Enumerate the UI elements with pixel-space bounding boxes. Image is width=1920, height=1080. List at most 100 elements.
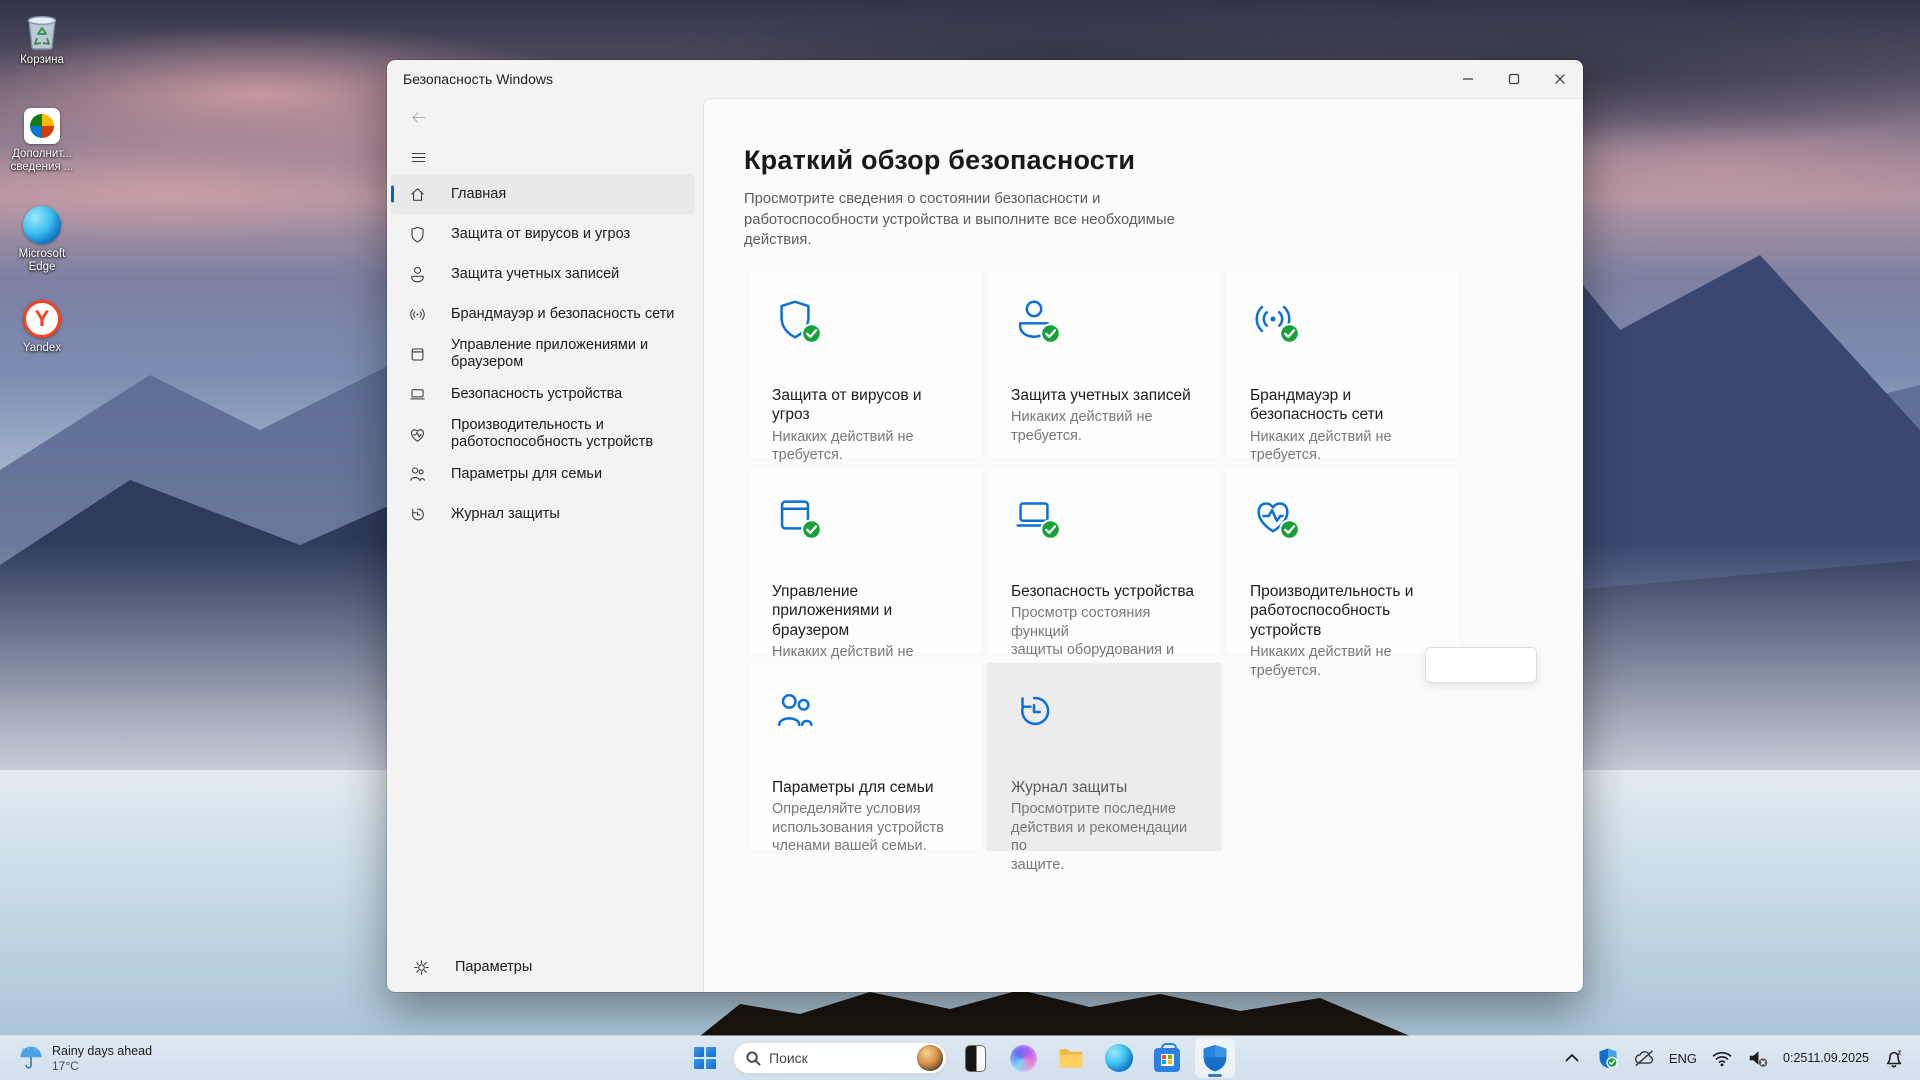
sidebar-item-device-security[interactable]: Безопасность устройства	[391, 374, 695, 414]
maximize-button[interactable]	[1491, 60, 1537, 98]
family-icon	[772, 688, 818, 734]
app-window-icon	[772, 492, 818, 538]
history-icon	[1011, 688, 1057, 734]
chevron-up-icon	[1561, 1047, 1583, 1069]
security-shield-icon	[1202, 1044, 1228, 1072]
search-placeholder: Поиск	[769, 1050, 808, 1066]
tray-volume-muted[interactable]	[1740, 1038, 1776, 1078]
speaker-mute-icon	[1747, 1047, 1769, 1069]
page-title: Краткий обзор безопасности	[744, 145, 1583, 176]
check-badge-icon	[1040, 323, 1061, 344]
sidebar: Главная Защита от вирусов и угроз Защита…	[387, 98, 703, 992]
desktop-icon-label: Yandex	[23, 342, 61, 355]
desktop-icon-edge[interactable]: Microsoft Edge	[0, 206, 84, 274]
check-badge-icon	[801, 323, 822, 344]
tray-security-shield[interactable]	[1590, 1038, 1626, 1078]
tile-family-options[interactable]: Параметры для семьи Определяйте условия …	[748, 663, 982, 851]
person-icon	[408, 265, 427, 284]
tray-notification-bell[interactable]: z	[1876, 1038, 1912, 1078]
tray-chevron-up[interactable]	[1554, 1038, 1590, 1078]
security-tile-grid: Защита от вирусов и угроз Никаких действ…	[748, 271, 1583, 851]
taskbar-search[interactable]: Поиск	[733, 1042, 947, 1074]
shield-icon	[772, 296, 818, 342]
tile-virus-protection[interactable]: Защита от вирусов и угроз Никаких действ…	[748, 271, 982, 459]
sidebar-item-settings[interactable]: Параметры	[395, 947, 687, 987]
tile-device-health[interactable]: Производительность и работоспособность у…	[1226, 467, 1460, 655]
tray-language-indicator[interactable]: ENG	[1662, 1038, 1704, 1078]
laptop-icon	[408, 385, 427, 404]
sidebar-item-account-protection[interactable]: Защита учетных записей	[391, 254, 695, 294]
sidebar-item-firewall[interactable]: Брандмауэр и безопасность сети	[391, 294, 695, 334]
umbrella-rain-icon	[18, 1044, 44, 1072]
recycle-bin-icon	[24, 12, 60, 50]
edge-icon	[23, 206, 61, 244]
tray-date: 11.09.2025	[1807, 1051, 1869, 1066]
tray-clock[interactable]: 0:25 11.09.2025	[1776, 1038, 1876, 1078]
check-badge-icon	[1279, 323, 1300, 344]
taskbar: Rainy days ahead 17°C Поиск	[0, 1036, 1920, 1080]
heart-pulse-icon	[1250, 492, 1296, 538]
copilot-icon	[1010, 1045, 1037, 1072]
laptop-icon	[1011, 492, 1057, 538]
folder-icon	[1057, 1044, 1085, 1072]
tray-wifi[interactable]	[1704, 1038, 1740, 1078]
weather-temp: 17°C	[52, 1059, 152, 1073]
gear-icon	[412, 958, 431, 977]
tile-app-browser-control[interactable]: Управление приложениями и браузером Ника…	[748, 467, 982, 655]
family-icon	[408, 465, 427, 484]
sidebar-item-app-browser-control[interactable]: Управление приложениями и браузером	[391, 334, 695, 374]
taskbar-app-widget[interactable]	[955, 1038, 995, 1078]
microsoft-store-icon	[1154, 1048, 1180, 1072]
home-icon	[408, 185, 427, 204]
heart-pulse-icon	[408, 425, 427, 444]
desktop-icon-label: Корзина	[20, 54, 64, 67]
sidebar-item-virus-protection[interactable]: Защита от вирусов и угроз	[391, 214, 695, 254]
history-icon	[408, 505, 427, 524]
sidebar-item-home[interactable]: Главная	[391, 174, 695, 214]
network-icon	[408, 305, 427, 324]
check-badge-icon	[1040, 519, 1061, 540]
desktop-icon-recycle-bin[interactable]: Корзина	[0, 12, 84, 67]
tooltip-popup	[1425, 647, 1537, 683]
check-badge-icon	[1279, 519, 1300, 540]
main-content-panel: Краткий обзор безопасности Просмотрите с…	[703, 98, 1583, 992]
sidebar-item-family-options[interactable]: Параметры для семьи	[391, 454, 695, 494]
tray-onedrive[interactable]	[1626, 1038, 1662, 1078]
window-title: Безопасность Windows	[403, 71, 553, 87]
close-button[interactable]	[1537, 60, 1583, 98]
desktop-icon-yandex[interactable]: Y Yandex	[0, 300, 84, 355]
start-button[interactable]	[685, 1038, 725, 1078]
cloud-slash-icon	[1633, 1047, 1655, 1069]
edge-icon	[1105, 1044, 1133, 1072]
bell-dnd-icon: z	[1883, 1047, 1905, 1069]
search-icon	[746, 1051, 761, 1066]
desktop-icon-info[interactable]: Дополнит... сведения ...	[0, 108, 84, 174]
windows-security-window: Безопасность Windows Главная Защита от в…	[387, 60, 1583, 992]
page-description: Просмотрите сведения о состоянии безопас…	[744, 189, 1264, 251]
sidebar-item-device-health[interactable]: Производительность и работоспособность у…	[391, 414, 695, 454]
windows-logo-icon	[694, 1047, 716, 1069]
taskbar-app-edge[interactable]	[1099, 1038, 1139, 1078]
window-titlebar[interactable]: Безопасность Windows	[387, 60, 1583, 98]
shield-check-icon	[1597, 1047, 1619, 1069]
person-icon	[1011, 296, 1057, 342]
sidebar-item-protection-history[interactable]: Журнал защиты	[391, 494, 695, 534]
dark-widget-icon	[965, 1045, 986, 1072]
check-badge-icon	[801, 519, 822, 540]
yandex-icon: Y	[23, 300, 61, 338]
info-card-icon	[24, 108, 60, 144]
weather-widget[interactable]: Rainy days ahead 17°C	[10, 1036, 160, 1080]
tile-protection-history[interactable]: Журнал защиты Просмотрите последние дейс…	[987, 663, 1221, 851]
taskbar-app-copilot[interactable]	[1003, 1038, 1043, 1078]
search-highlight-photo	[917, 1045, 943, 1071]
tile-firewall[interactable]: Брандмауэр и безопасность сети Никаких д…	[1226, 271, 1460, 459]
taskbar-app-store[interactable]	[1147, 1038, 1187, 1078]
minimize-button[interactable]	[1445, 60, 1491, 98]
taskbar-app-windows-security[interactable]	[1195, 1038, 1235, 1078]
tile-device-security[interactable]: Безопасность устройства Просмотр состоян…	[987, 467, 1221, 655]
network-icon	[1250, 296, 1296, 342]
tile-account-protection[interactable]: Защита учетных записей Никаких действий …	[987, 271, 1221, 459]
wifi-icon	[1711, 1047, 1733, 1069]
taskbar-app-file-explorer[interactable]	[1051, 1038, 1091, 1078]
shield-icon	[408, 225, 427, 244]
